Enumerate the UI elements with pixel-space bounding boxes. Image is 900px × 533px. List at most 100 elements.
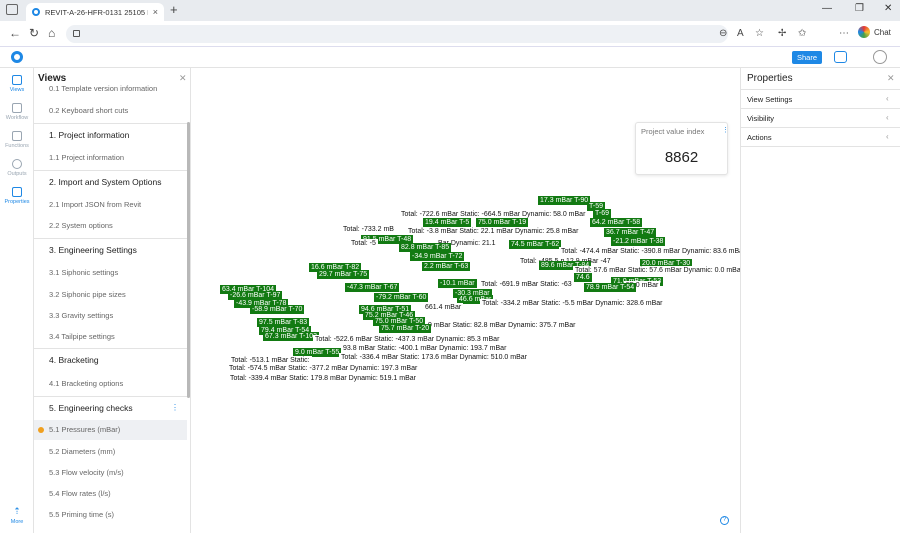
help-icon[interactable]: ? (720, 516, 729, 525)
pressure-tag[interactable]: -79.2 mBar T-60 (374, 293, 429, 302)
pressure-tag[interactable]: -21.2 mBar T-38 (611, 237, 666, 246)
views-panel: Views ✕ 0.1 Template version information… (34, 68, 191, 533)
pressure-tag[interactable]: 75.7 mBar T-20 (379, 324, 432, 333)
view-item[interactable]: 3.3 Gravity settings (34, 311, 187, 320)
tab-actions-icon[interactable] (6, 4, 18, 15)
pressure-breakdown[interactable]: Total: -5 (349, 239, 378, 248)
view-item[interactable]: 3.4 Tailpipe settings (34, 332, 187, 341)
favorite-icon[interactable]: ☆ (755, 28, 764, 39)
zoom-icon[interactable]: ⊖ (719, 28, 727, 39)
pressure-breakdown[interactable]: 93.8 mBar Static: -400.1 mBar Dynamic: 1… (341, 344, 509, 353)
view-section[interactable]: 1. Project information (34, 123, 187, 145)
pressure-tag[interactable]: 67.3 mBar T-103 (263, 332, 320, 341)
pressure-tag[interactable]: 64.2 mBar T-58 (590, 218, 643, 227)
chat-label: Chat (874, 27, 891, 37)
pressure-breakdown[interactable]: Total: -474.4 mBar Static: -390.8 mBar D… (559, 247, 740, 256)
pressure-breakdown[interactable]: 9 mBar Static: 82.8 mBar Dynamic: 375.7 … (426, 321, 578, 330)
pressure-breakdown[interactable]: Total: -334.2 mBar Static: -5.5 mBar Dyn… (480, 299, 665, 308)
section-menu-icon[interactable]: ⋮ (171, 403, 179, 412)
chat-button[interactable]: Chat (858, 26, 891, 38)
read-aloud-icon[interactable]: A (737, 28, 744, 39)
prop-row-view-settings[interactable]: View Settings ‹ (741, 89, 900, 108)
app-logo-icon[interactable] (11, 51, 23, 63)
pressure-breakdown[interactable]: Total: 57.6 mBar Static: 57.6 mBar Dynam… (573, 266, 740, 275)
view-item[interactable]: 1.1 Project information (34, 153, 187, 162)
views-close-icon[interactable]: ✕ (179, 73, 187, 84)
view-item[interactable]: 0.2 Keyboard short cuts (34, 106, 187, 115)
site-favicon-icon (32, 8, 40, 16)
pressure-tag[interactable]: T-69 (593, 209, 612, 218)
tab-close-icon[interactable]: × (153, 7, 158, 17)
share-button[interactable]: Share (792, 51, 822, 64)
view-section[interactable]: 4. Bracketing (34, 348, 187, 370)
rail-workflow[interactable]: Workflow (0, 103, 34, 121)
pressure-breakdown[interactable]: Total: -522.6 mBar Static: -437.3 mBar D… (313, 335, 502, 344)
properties-close-icon[interactable]: ✕ (887, 73, 895, 84)
view-item[interactable]: 5.2 Diameters (mm) (34, 447, 187, 456)
pressure-tag[interactable]: 19.4 mBar T-5 (423, 218, 472, 227)
home-icon[interactable]: ⌂ (48, 27, 55, 40)
pressure-tag[interactable]: 36.7 mBar T-47 (604, 228, 657, 237)
browser-tab[interactable]: REVIT-A-26-HFR-0131 25105 IGEB × (26, 3, 164, 21)
pressure-tag[interactable]: -10.1 mBar (438, 279, 477, 288)
reload-icon[interactable]: ↻ (29, 27, 39, 40)
window-close-icon[interactable]: ✕ (884, 3, 892, 14)
more-arrow-icon: ⇡ (13, 506, 21, 516)
view-item[interactable]: 5.5 Priming time (s) (34, 510, 187, 519)
extensions-icon[interactable]: ✢ (778, 28, 786, 39)
pressure-breakdown[interactable]: Total: -339.4 mBar Static: 179.8 mBar Dy… (228, 374, 418, 383)
pressure-tag[interactable]: 74.6 (574, 273, 592, 282)
user-icon[interactable] (873, 50, 887, 64)
properties-panel: Properties ✕ View Settings ‹ Visibility … (740, 68, 900, 533)
view-section[interactable]: 3. Engineering Settings (34, 238, 187, 260)
back-icon[interactable]: ← (9, 27, 21, 40)
comment-icon[interactable] (834, 51, 847, 63)
pressure-tag[interactable]: 82.8 mBar T-85 (399, 243, 452, 252)
views-scrollbar[interactable] (187, 122, 190, 398)
pressure-breakdown[interactable]: Total: -691.9 mBar Static: -63 (479, 280, 574, 289)
view-item[interactable]: 0.1 Template version information (34, 84, 187, 93)
view-item[interactable]: 4.1 Bracketing options (34, 379, 187, 388)
pressure-tag[interactable]: -34.9 mBar T-72 (410, 252, 465, 261)
pressure-breakdown[interactable]: Total: -733.2 mB (341, 225, 396, 234)
restore-icon[interactable]: ❐ (855, 3, 864, 14)
rail-properties[interactable]: Properties (0, 187, 34, 205)
kpi-menu-icon[interactable]: ⋮ (722, 126, 729, 134)
view-section-engineering-checks[interactable]: 5. Engineering checks ⋮ (34, 396, 187, 418)
rail-views[interactable]: Views (0, 75, 34, 93)
pressure-tag[interactable]: 78.9 mBar T-54 (584, 283, 637, 292)
view-item[interactable]: 2.2 System options (34, 221, 187, 230)
view-item[interactable]: 5.3 Flow velocity (m/s) (34, 468, 187, 477)
view-item[interactable]: 3.1 Siphonic settings (34, 268, 187, 277)
pressure-tag[interactable]: -47.3 mBar T-67 (345, 283, 400, 292)
pressure-tag[interactable]: 17.3 mBar T-90 (538, 196, 591, 205)
pressure-breakdown[interactable]: Total: -574.5 mBar Static: -377.2 mBar D… (227, 364, 420, 373)
pressure-tag[interactable]: 75.0 mBar T-19 (476, 218, 529, 227)
favorites-icon[interactable]: ✩ (798, 28, 806, 39)
rail-more[interactable]: ⇡ More (0, 506, 34, 526)
pressure-breakdown[interactable]: Total: -336.4 mBar Static: 173.6 mBar Dy… (339, 353, 529, 362)
rail-label: Workflow (5, 115, 29, 121)
rail-functions[interactable]: Functions (0, 131, 34, 149)
model-canvas[interactable]: 17.3 mBar T-90 T-59 Total: -722.6 mBar Sta… (191, 68, 740, 533)
prop-row-label: Visibility (747, 114, 774, 123)
pressure-tag[interactable]: -58.9 mBar T-70 (250, 305, 305, 314)
address-bar[interactable] (66, 25, 728, 43)
minimize-icon[interactable]: — (822, 3, 832, 14)
pressure-tag[interactable]: 74.5 mBar T-62 (509, 240, 562, 249)
view-section[interactable]: 2. Import and System Options (34, 170, 187, 192)
view-item[interactable]: 3.2 Siphonic pipe sizes (34, 290, 187, 299)
view-item[interactable]: 5.4 Flow rates (l/s) (34, 489, 187, 498)
more-icon[interactable]: ⋯ (839, 28, 849, 39)
view-item-active[interactable]: 5.1 Pressures (mBar) (34, 420, 187, 440)
pressure-breakdown[interactable]: Total: -3.8 mBar Static: 22.1 mBar Dynam… (406, 227, 581, 236)
prop-row-visibility[interactable]: Visibility ‹ (741, 108, 900, 127)
view-item[interactable]: 2.1 Import JSON from Revit (34, 200, 187, 209)
pressure-breakdown[interactable]: 661.4 mBar (423, 303, 464, 312)
pressure-tag[interactable]: 29.7 mBar T-75 (317, 270, 370, 279)
prop-row-label: Actions (747, 133, 772, 142)
rail-outputs[interactable]: Outputs (0, 159, 34, 177)
prop-row-actions[interactable]: Actions ‹ (741, 127, 900, 147)
new-tab-button[interactable]: + (170, 3, 178, 17)
pressure-tag[interactable]: 2.2 mBar T-63 (422, 262, 471, 271)
